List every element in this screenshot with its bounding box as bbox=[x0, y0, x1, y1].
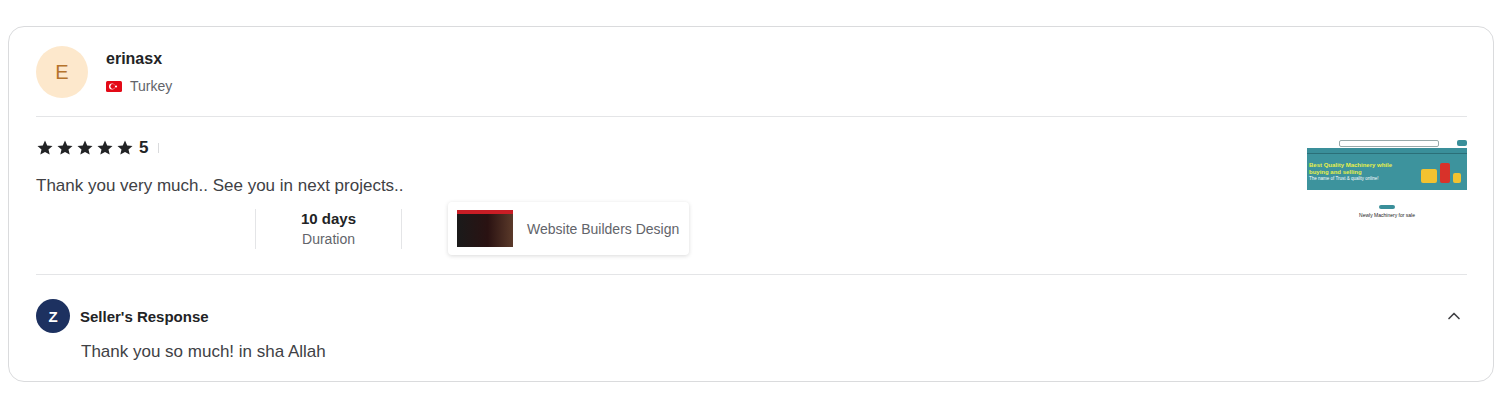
meta-separator bbox=[401, 209, 402, 249]
seller-response-text: Thank you so much! in sha Allah bbox=[81, 341, 1467, 363]
star-icon bbox=[116, 139, 134, 157]
rating-separator bbox=[158, 143, 159, 153]
gig-thumbnail bbox=[457, 210, 513, 247]
collapse-toggle[interactable] bbox=[1444, 306, 1467, 326]
attachment-screenshot[interactable]: Best Quality Machinery while buying and … bbox=[1307, 138, 1467, 232]
review-card: Eerinasx Turkey 5 Thank you very much.. See… bbox=[8, 26, 1494, 382]
review-body: 5 Thank you very much.. See you in next p… bbox=[36, 117, 1467, 275]
reviewer-name[interactable]: erinasx bbox=[106, 50, 172, 68]
screenshot-tagline: The name of Trust & quality online! bbox=[1309, 176, 1405, 182]
review-meta: 10 days Duration Website Builders Design bbox=[255, 202, 689, 255]
star-icon bbox=[56, 139, 74, 157]
reviewer-info: erinasx Turkey bbox=[106, 50, 172, 94]
duration-label: Duration bbox=[302, 231, 355, 247]
review-content: 5 Thank you very much.. See you in next p… bbox=[36, 138, 689, 255]
duration-value: 10 days bbox=[301, 210, 356, 227]
gig-card[interactable]: Website Builders Design bbox=[448, 202, 689, 255]
star-icon bbox=[96, 139, 114, 157]
screenshot-search bbox=[1339, 140, 1439, 147]
meta-separator bbox=[255, 209, 256, 249]
seller-avatar: Z bbox=[36, 299, 70, 333]
star-icon bbox=[36, 139, 54, 157]
chevron-up-icon bbox=[1444, 306, 1464, 326]
screenshot-button bbox=[1457, 140, 1467, 146]
duration: 10 days Duration bbox=[256, 210, 401, 247]
machine-illustration bbox=[1421, 161, 1461, 183]
seller-response-title-group: Z Seller's Response bbox=[36, 299, 209, 333]
rating-value: 5 bbox=[139, 138, 148, 158]
reviewer-avatar[interactable]: E bbox=[36, 46, 88, 98]
seller-response-header: Z Seller's Response bbox=[36, 299, 1467, 333]
reviewer-country: Turkey bbox=[106, 78, 172, 94]
gig-title: Website Builders Design bbox=[527, 221, 679, 237]
screenshot-headline: Best Quality Machinery while buying and … bbox=[1309, 162, 1405, 182]
star-icon bbox=[76, 139, 94, 157]
review-text: Thank you very much.. See you in next pr… bbox=[36, 174, 689, 198]
screenshot-small-button bbox=[1379, 205, 1395, 209]
seller-response: Z Seller's Response Thank you so much! in … bbox=[36, 275, 1467, 363]
star-rating: 5 bbox=[36, 138, 689, 158]
screenshot-headline-text: Best Quality Machinery while buying and … bbox=[1309, 162, 1405, 176]
screenshot-section-title: Newly Machinery for sale bbox=[1359, 212, 1415, 218]
screenshot-banner: Best Quality Machinery while buying and … bbox=[1307, 154, 1467, 190]
screenshot-body: Newly Machinery for sale bbox=[1307, 190, 1467, 232]
seller-response-title: Seller's Response bbox=[80, 308, 209, 325]
reviewer-header: Eerinasx Turkey bbox=[36, 46, 1467, 117]
turkey-flag-icon bbox=[106, 81, 122, 92]
screenshot-topbar bbox=[1307, 138, 1467, 148]
